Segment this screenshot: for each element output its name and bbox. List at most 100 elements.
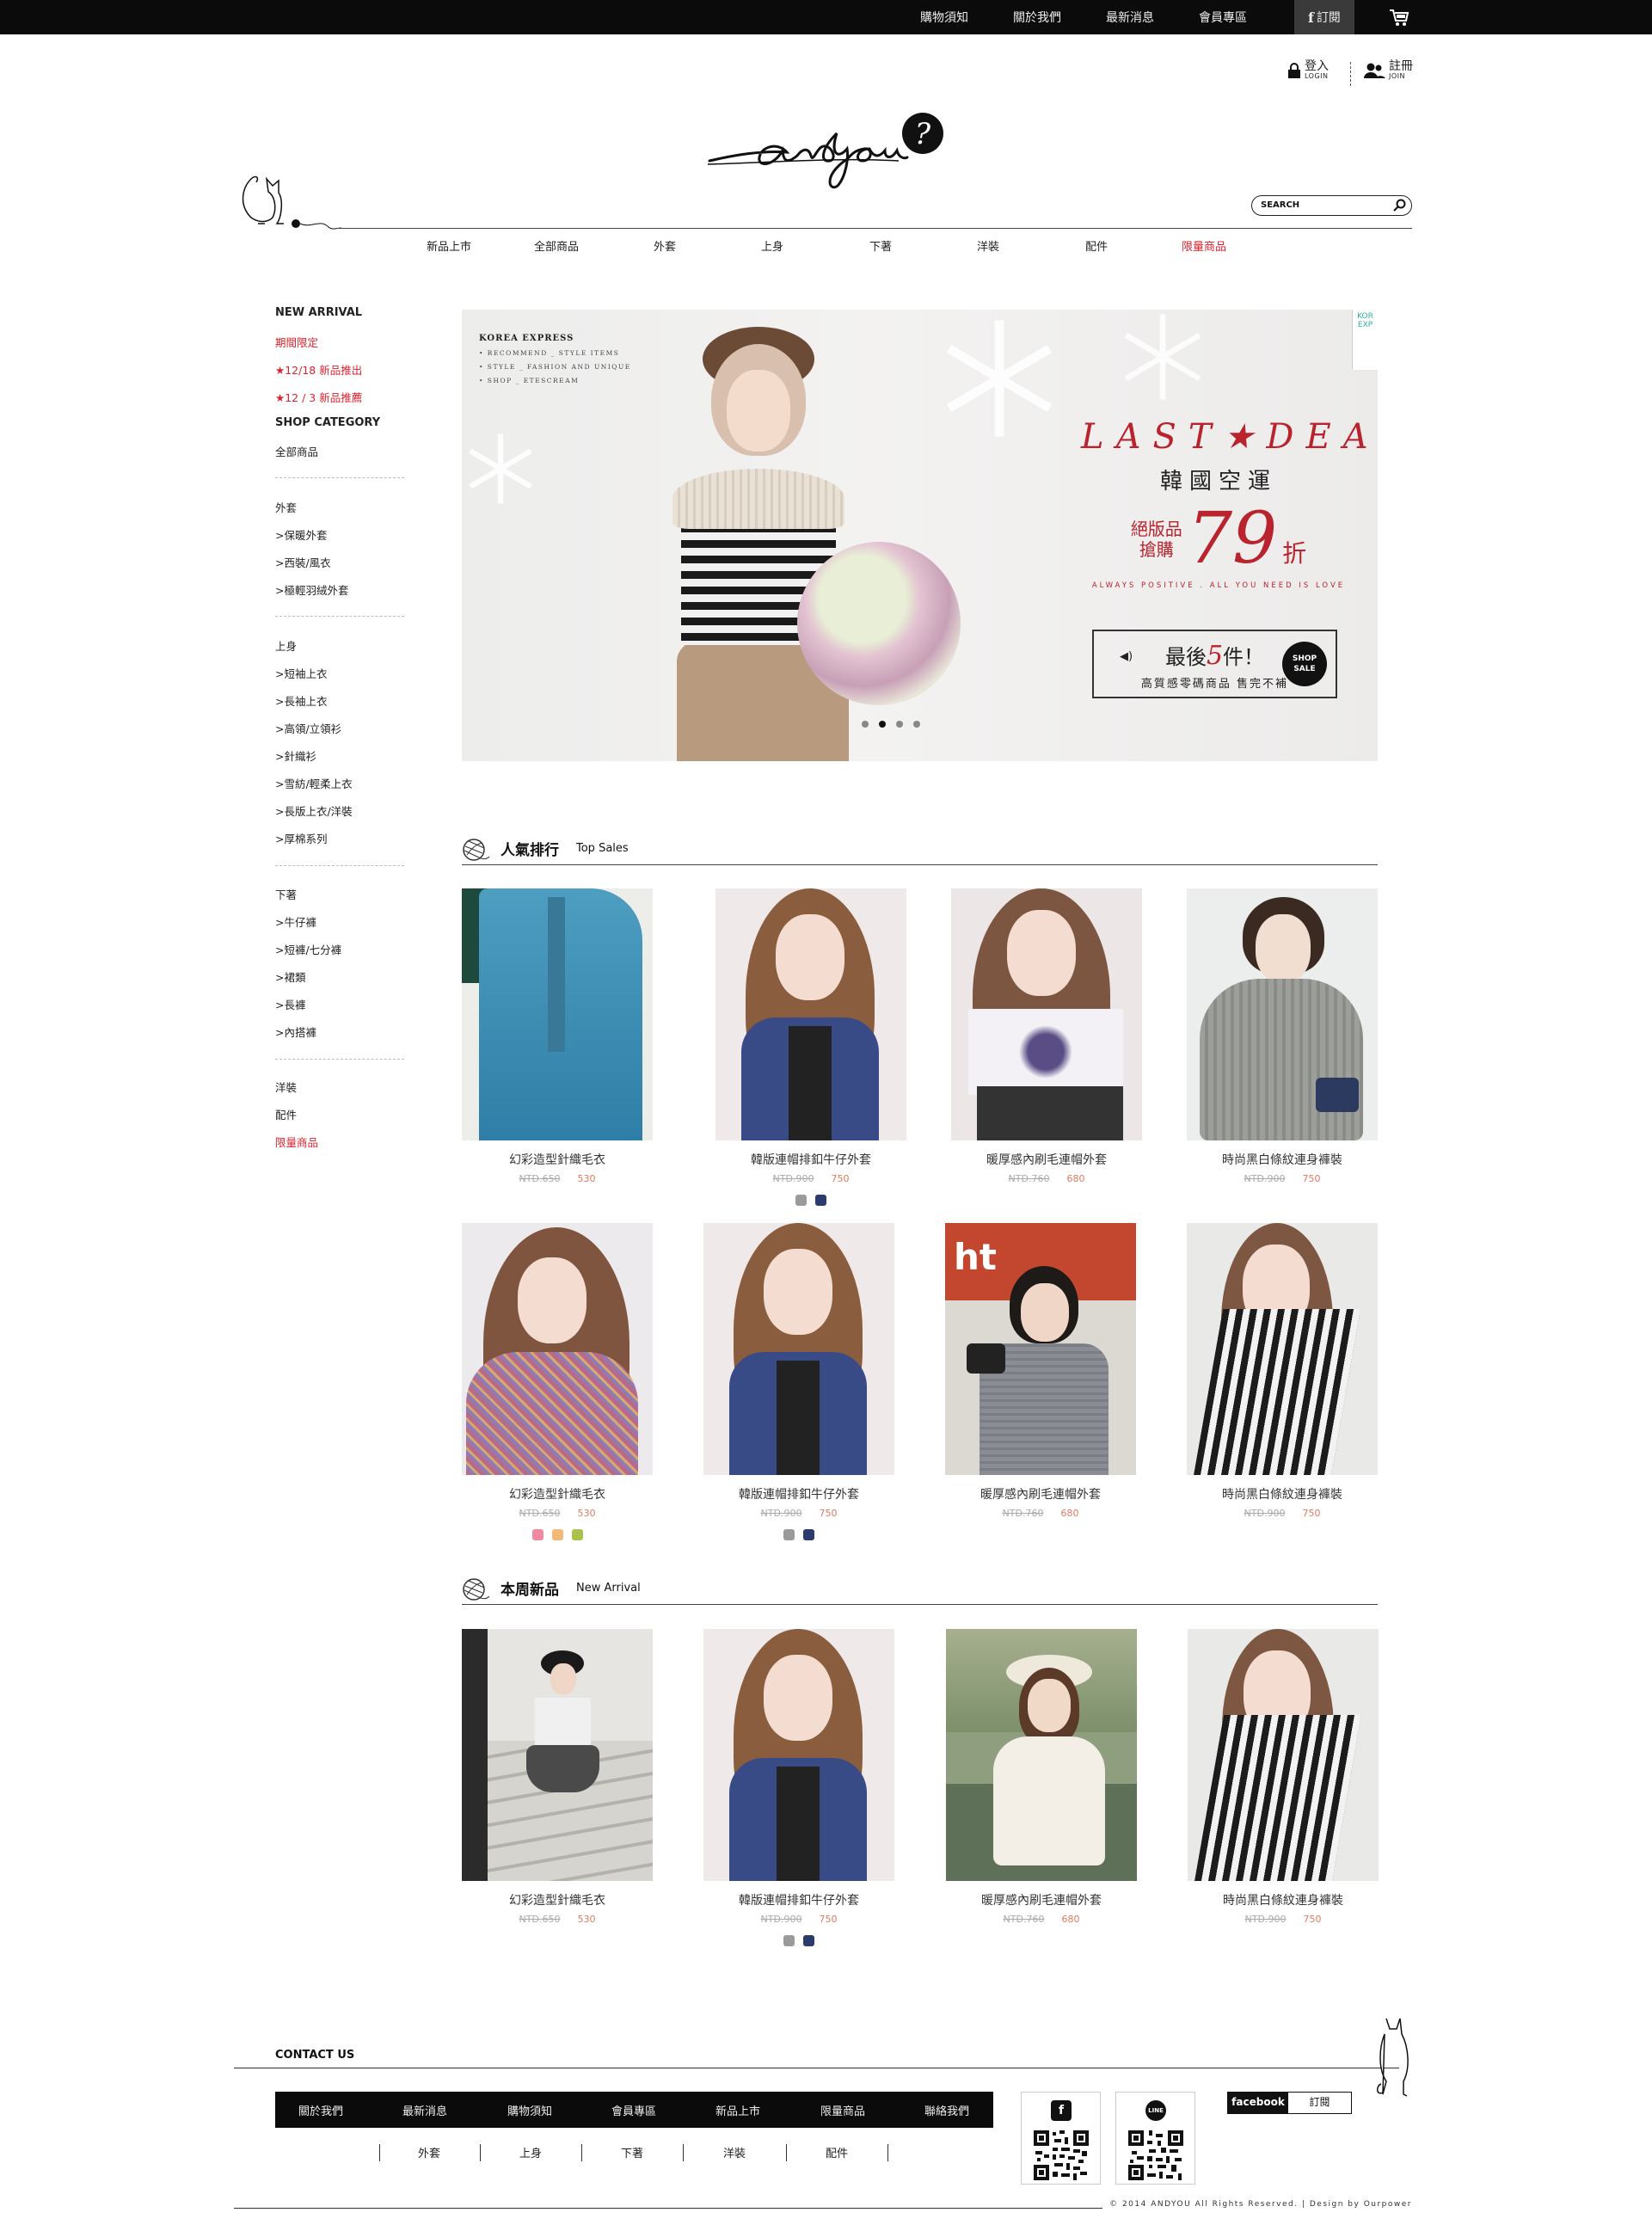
color-swatch[interactable] (795, 1195, 807, 1206)
product-image[interactable] (1187, 1223, 1378, 1475)
nav-dresses[interactable]: 洋裝 (977, 237, 999, 254)
product-name[interactable]: 暖厚感內刷毛連帽外套 (945, 1485, 1136, 1503)
sidebar-tops[interactable]: 上身 (275, 637, 297, 654)
product-name[interactable]: 暖厚感內刷毛連帽外套 (951, 1151, 1142, 1168)
login-link[interactable]: 登入 LOGIN (1287, 60, 1329, 80)
product-card[interactable]: 韓版連帽排釦牛仔外套 NTD.900 750 (703, 1629, 894, 1946)
sidebar-dress[interactable]: 洋裝 (275, 1079, 297, 1095)
product-name[interactable]: 幻彩造型針織毛衣 (462, 1151, 653, 1168)
footer-link-contact[interactable]: 聯絡我們 (924, 2102, 969, 2118)
product-image[interactable] (951, 888, 1142, 1140)
product-image[interactable] (946, 1629, 1137, 1881)
sidebar-limited-time[interactable]: 期間限定 (275, 334, 318, 350)
sidebar-promo-123[interactable]: ★12 / 3 新品推薦 (275, 389, 362, 405)
product-card[interactable]: 暖厚感內刷毛連帽外套 NTD.760 680 (946, 1629, 1137, 1925)
andyou-logo[interactable]: ? (701, 108, 950, 194)
footer-link-guide[interactable]: 購物須知 (507, 2102, 552, 2118)
sidebar-tops-item[interactable]: >長版上衣/洋裝 (275, 802, 353, 819)
product-name[interactable]: 韓版連帽排釦牛仔外套 (703, 1485, 894, 1503)
sidebar-accessory[interactable]: 配件 (275, 1106, 297, 1122)
nav-outerwear[interactable]: 外套 (654, 237, 676, 254)
product-image[interactable] (462, 1629, 653, 1881)
sidebar-outer-item[interactable]: >西裝/風衣 (275, 554, 331, 570)
footer-cat-accessory[interactable]: 配件 (826, 2144, 848, 2160)
color-swatch[interactable] (783, 1529, 795, 1540)
sidebar-bottoms-item[interactable]: >牛仔褲 (275, 913, 316, 930)
sidebar-outer[interactable]: 外套 (275, 499, 297, 515)
product-name[interactable]: 時尚黑白條紋連身褲裝 (1187, 1485, 1378, 1503)
product-image[interactable]: ht (945, 1223, 1136, 1475)
color-swatch[interactable] (803, 1935, 814, 1946)
color-swatch[interactable] (803, 1529, 814, 1540)
product-card[interactable]: 幻彩造型針織毛衣 NTD.650 530 (462, 1223, 653, 1540)
product-card[interactable]: 韓版連帽排釦牛仔外套 NTD.900 750 (715, 888, 906, 1206)
cart-icon[interactable] (1389, 8, 1409, 27)
top-link-member[interactable]: 會員專區 (1199, 9, 1247, 26)
footer-link-new[interactable]: 新品上市 (715, 2102, 760, 2118)
footer-link-news[interactable]: 最新消息 (402, 2102, 447, 2118)
sidebar-outer-item[interactable]: >極輕羽絨外套 (275, 581, 348, 598)
sidebar-promo-1218[interactable]: ★12/18 新品推出 (275, 361, 362, 378)
facebook-qr[interactable]: f (1021, 2092, 1101, 2185)
carousel-dot[interactable] (896, 721, 903, 728)
sidebar-tops-item[interactable]: >高領/立領衫 (275, 720, 341, 736)
product-image[interactable] (462, 1223, 653, 1475)
sidebar-outer-item[interactable]: >保暖外套 (275, 526, 327, 543)
nav-all-products[interactable]: 全部商品 (534, 237, 579, 254)
hero-banner[interactable]: KOREA EXPRESS • RECOMMEND _ STYLE ITEMS … (462, 310, 1378, 761)
facebook-subscribe-button[interactable]: f 訂閱 (1294, 0, 1354, 34)
product-card[interactable]: 時尚黑白條紋連身褲裝 NTD.900 750 (1187, 888, 1378, 1184)
product-name[interactable]: 韓版連帽排釦牛仔外套 (703, 1891, 894, 1908)
sidebar-tops-item[interactable]: >長袖上衣 (275, 692, 327, 709)
nav-tops[interactable]: 上身 (761, 237, 783, 254)
nav-accessories[interactable]: 配件 (1085, 237, 1108, 254)
product-name[interactable]: 暖厚感內刷毛連帽外套 (946, 1891, 1137, 1908)
top-link-shopping-guide[interactable]: 購物須知 (920, 9, 968, 26)
color-swatch[interactable] (551, 1529, 563, 1540)
product-card[interactable]: 幻彩造型針織毛衣 NTD.650 530 (462, 1629, 653, 1925)
color-swatch[interactable] (815, 1195, 826, 1206)
search-input[interactable]: SEARCH (1251, 195, 1412, 216)
product-image[interactable] (462, 888, 653, 1140)
sidebar-all-products[interactable]: 全部商品 (275, 443, 318, 459)
sidebar-tops-item[interactable]: >雪紡/輕柔上衣 (275, 775, 353, 791)
footer-link-member[interactable]: 會員專區 (611, 2102, 656, 2118)
product-name[interactable]: 時尚黑白條紋連身褲裝 (1188, 1891, 1379, 1908)
product-card[interactable]: 韓版連帽排釦牛仔外套 NTD.900 750 (703, 1223, 894, 1540)
footer-link-about[interactable]: 關於我們 (298, 2102, 343, 2118)
color-swatch[interactable] (531, 1529, 544, 1540)
product-card[interactable]: ht 暖厚感內刷毛連帽外套 NTD.760 680 (945, 1223, 1136, 1519)
footer-cat-dress[interactable]: 洋裝 (723, 2144, 746, 2160)
nav-limited[interactable]: 限量商品 (1182, 237, 1226, 254)
footer-cat-tops[interactable]: 上身 (519, 2144, 542, 2160)
line-qr[interactable]: LINE (1115, 2092, 1195, 2185)
product-card[interactable]: 暖厚感內刷毛連帽外套 NTD.760 680 (951, 888, 1142, 1184)
product-name[interactable]: 幻彩造型針織毛衣 (462, 1485, 653, 1503)
sidebar-bottoms-item[interactable]: >短褲/七分褲 (275, 941, 341, 957)
product-card[interactable]: 時尚黑白條紋連身褲裝 NTD.900 750 (1187, 1223, 1378, 1519)
sidebar-tops-item[interactable]: >針織衫 (275, 747, 316, 764)
carousel-dot[interactable] (913, 721, 920, 728)
sidebar-limited[interactable]: 限量商品 (275, 1134, 318, 1150)
carousel-dot[interactable] (879, 721, 886, 728)
sidebar-bottoms[interactable]: 下著 (275, 886, 297, 902)
product-image[interactable] (1188, 1629, 1379, 1881)
product-card[interactable]: 幻彩造型針織毛衣 NTD.650 530 (462, 888, 653, 1184)
product-image[interactable] (703, 1223, 894, 1475)
footer-cat-bottoms[interactable]: 下著 (621, 2144, 643, 2160)
sidebar-tops-item[interactable]: >厚棉系列 (275, 830, 327, 846)
sidebar-bottoms-item[interactable]: >內搭褲 (275, 1023, 316, 1040)
product-image[interactable] (1187, 888, 1378, 1140)
nav-new-arrivals[interactable]: 新品上市 (427, 237, 471, 254)
facebook-subscribe-footer-button[interactable]: facebook 訂閱 (1227, 2092, 1352, 2114)
color-swatch[interactable] (783, 1935, 795, 1946)
sidebar-tops-item[interactable]: >短袖上衣 (275, 665, 327, 681)
sidebar-bottoms-item[interactable]: >裙類 (275, 968, 305, 985)
color-swatch[interactable] (571, 1529, 583, 1540)
carousel-dot[interactable] (862, 721, 869, 728)
footer-cat-outer[interactable]: 外套 (418, 2144, 440, 2160)
product-image[interactable] (715, 888, 906, 1140)
join-link[interactable]: 註冊 JOIN (1363, 60, 1413, 80)
product-card[interactable]: 時尚黑白條紋連身褲裝 NTD.900 750 (1188, 1629, 1379, 1925)
footer-link-limited[interactable]: 限量商品 (820, 2102, 865, 2118)
